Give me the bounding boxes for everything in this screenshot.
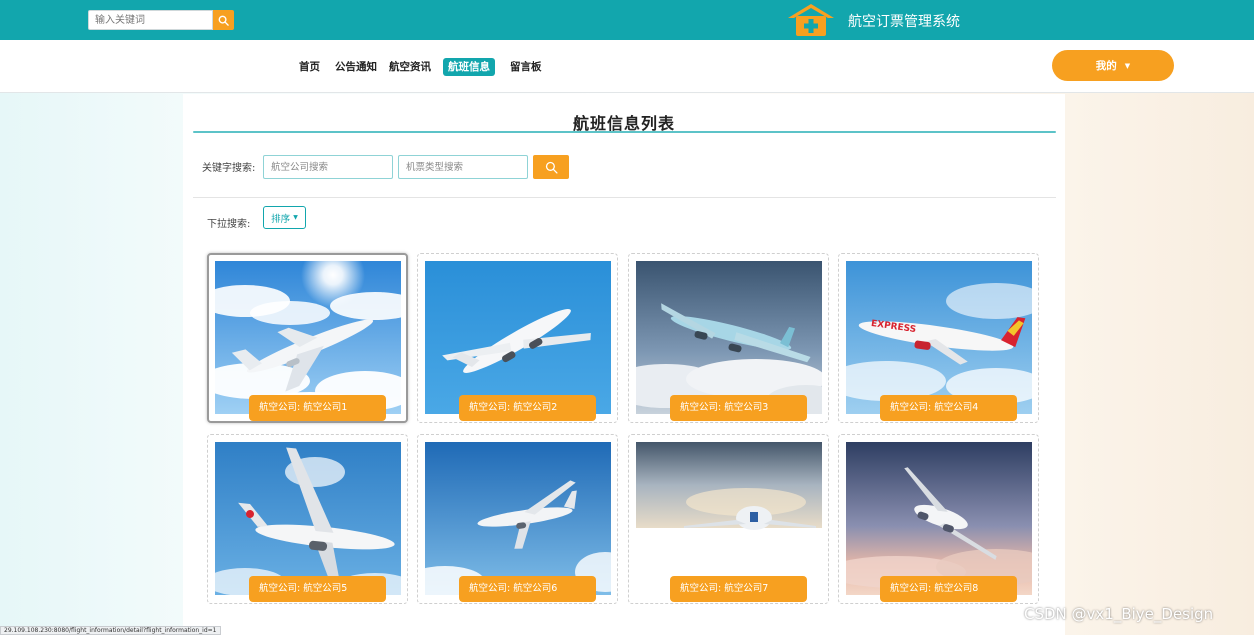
flight-card-caption: 航空公司: 航空公司7 [670,576,807,602]
flight-photo [636,261,822,414]
chevron-down-icon: ▼ [1124,61,1131,70]
main-nav: 首页 公告通知 航空资讯 航班信息 留言板 我的 ▼ [0,40,1254,93]
flight-card-caption: 航空公司: 航空公司6 [459,576,596,602]
nav-item-message-board[interactable]: 留言板 [505,58,547,76]
flight-photo: EXPRESS [846,261,1032,414]
flight-card[interactable]: 航空公司: 航空公司8 [838,434,1039,604]
app-logo-icon [786,3,836,37]
my-account-button[interactable]: 我的 ▼ [1052,50,1174,81]
ticket-type-search-input[interactable] [398,155,528,179]
nav-item-flight-info[interactable]: 航班信息 [443,58,495,76]
search-icon [545,161,558,174]
status-bar-url: 29.109.108.230:8080/flight_information/d… [0,626,221,635]
dropdown-search-label: 下拉搜索: [207,219,251,230]
flight-photo [846,442,1032,595]
flight-card[interactable]: 航空公司: 航空公司5 [207,434,408,604]
header-search [88,10,234,30]
flight-card[interactable]: EXPRESS 航空公司: 航空公司4 [838,253,1039,423]
flight-card[interactable]: 航空公司: 航空公司2 [417,253,618,423]
flight-card-caption: 航空公司: 航空公司4 [880,395,1017,421]
search-button[interactable] [533,155,569,179]
flight-card[interactable]: 航空公司: 航空公司7 [628,434,829,604]
title-underline [193,131,1056,133]
my-account-label: 我的 [1095,60,1117,72]
flight-photo [636,442,822,595]
flight-photo [215,442,401,595]
flight-card[interactable]: 航空公司: 航空公司1 [207,253,408,423]
content-panel: 航班信息列表 关键字搜索: 下拉搜索: 排序 ▼ [183,94,1065,635]
flight-card-caption: 航空公司: 航空公司3 [670,395,807,421]
app-title: 航空订票管理系统 [848,14,960,30]
flight-card-caption: 航空公司: 航空公司8 [880,576,1017,602]
airline-search-input[interactable] [263,155,393,179]
nav-item-home[interactable]: 首页 [294,58,325,76]
flight-card-caption: 航空公司: 航空公司2 [459,395,596,421]
watermark: CSDN @vx1_Biye_Design [1024,605,1214,623]
flight-photo [425,442,611,595]
chevron-down-icon: ▼ [293,214,298,221]
flight-card-caption: 航空公司: 航空公司5 [249,576,386,602]
nav-item-announcements[interactable]: 公告通知 [330,58,382,76]
header-search-input[interactable] [88,10,213,30]
flight-card[interactable]: 航空公司: 航空公司3 [628,253,829,423]
flight-photo [215,261,401,414]
header-search-button[interactable] [213,10,234,30]
keyword-search-label: 关键字搜索: [202,163,256,174]
flight-card-caption: 航空公司: 航空公司1 [249,395,386,421]
sort-dropdown[interactable]: 排序 ▼ [263,206,306,229]
sort-label: 排序 [271,213,291,225]
nav-item-aviation-news[interactable]: 航空资讯 [384,58,436,76]
flight-photo [425,261,611,414]
flight-card[interactable]: 航空公司: 航空公司6 [417,434,618,604]
search-icon [218,15,229,26]
top-bar: 航空订票管理系统 [0,0,1254,40]
divider [193,197,1056,198]
